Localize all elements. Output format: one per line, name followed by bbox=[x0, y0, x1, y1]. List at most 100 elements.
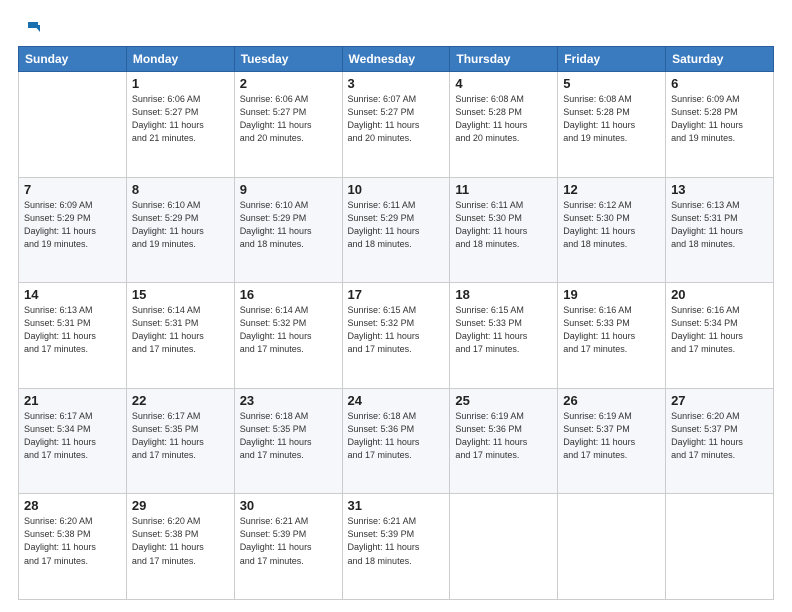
table-row: 1 Sunrise: 6:06 AM Sunset: 5:27 PM Daylig… bbox=[126, 72, 234, 178]
table-row: 12 Sunrise: 6:12 AM Sunset: 5:30 PM Dayli… bbox=[558, 177, 666, 283]
day-number: 24 bbox=[348, 393, 445, 408]
table-row: 21 Sunrise: 6:17 AM Sunset: 5:34 PM Dayli… bbox=[19, 388, 127, 494]
day-number: 3 bbox=[348, 76, 445, 91]
logo-icon bbox=[20, 18, 40, 38]
day-info: Sunrise: 6:06 AM Sunset: 5:27 PM Dayligh… bbox=[240, 93, 337, 145]
day-number: 15 bbox=[132, 287, 229, 302]
table-row: 26Sunrise: 6:19 AM Sunset: 5:37 PM Dayli… bbox=[558, 388, 666, 494]
day-number: 27 bbox=[671, 393, 768, 408]
table-row bbox=[19, 72, 127, 178]
day-number: 10 bbox=[348, 182, 445, 197]
table-row: 2 Sunrise: 6:06 AM Sunset: 5:27 PM Daylig… bbox=[234, 72, 342, 178]
day-number: 25 bbox=[455, 393, 552, 408]
day-number: 17 bbox=[348, 287, 445, 302]
day-number: 23 bbox=[240, 393, 337, 408]
table-row: 15 Sunrise: 6:14 AM Sunset: 5:31 PM Dayli… bbox=[126, 283, 234, 389]
day-number: 7 bbox=[24, 182, 121, 197]
day-number: 8 bbox=[132, 182, 229, 197]
page: SundayMondayTuesdayWednesdayThursdayFrid… bbox=[0, 0, 792, 612]
table-row: 19Sunrise: 6:16 AM Sunset: 5:33 PM Dayli… bbox=[558, 283, 666, 389]
table-row: 8 Sunrise: 6:10 AM Sunset: 5:29 PM Daylig… bbox=[126, 177, 234, 283]
day-info: Sunrise: 6:14 AM Sunset: 5:31 PM Dayligh… bbox=[132, 304, 229, 356]
day-info: Sunrise: 6:13 AM Sunset: 5:31 PM Dayligh… bbox=[24, 304, 121, 356]
day-number: 11 bbox=[455, 182, 552, 197]
day-number: 19 bbox=[563, 287, 660, 302]
table-row: 29 Sunrise: 6:20 AM Sunset: 5:38 PM Dayli… bbox=[126, 494, 234, 600]
logo bbox=[18, 18, 40, 38]
day-info: Sunrise: 6:17 AM Sunset: 5:34 PM Dayligh… bbox=[24, 410, 121, 462]
column-header-thursday: Thursday bbox=[450, 47, 558, 72]
day-info: Sunrise: 6:18 AM Sunset: 5:35 PM Dayligh… bbox=[240, 410, 337, 462]
day-info: Sunrise: 6:15 AM Sunset: 5:32 PM Dayligh… bbox=[348, 304, 445, 356]
day-number: 9 bbox=[240, 182, 337, 197]
day-number: 22 bbox=[132, 393, 229, 408]
day-number: 18 bbox=[455, 287, 552, 302]
day-number: 28 bbox=[24, 498, 121, 513]
day-number: 21 bbox=[24, 393, 121, 408]
day-info: Sunrise: 6:08 AM Sunset: 5:28 PM Dayligh… bbox=[563, 93, 660, 145]
table-row bbox=[666, 494, 774, 600]
day-info: Sunrise: 6:12 AM Sunset: 5:30 PM Dayligh… bbox=[563, 199, 660, 251]
table-row: 3 Sunrise: 6:07 AM Sunset: 5:27 PM Daylig… bbox=[342, 72, 450, 178]
calendar-table: SundayMondayTuesdayWednesdayThursdayFrid… bbox=[18, 46, 774, 600]
day-info: Sunrise: 6:09 AM Sunset: 5:28 PM Dayligh… bbox=[671, 93, 768, 145]
day-info: Sunrise: 6:20 AM Sunset: 5:38 PM Dayligh… bbox=[132, 515, 229, 567]
table-row: 13 Sunrise: 6:13 AM Sunset: 5:31 PM Dayli… bbox=[666, 177, 774, 283]
day-number: 29 bbox=[132, 498, 229, 513]
day-info: Sunrise: 6:07 AM Sunset: 5:27 PM Dayligh… bbox=[348, 93, 445, 145]
day-number: 31 bbox=[348, 498, 445, 513]
table-row: 20 Sunrise: 6:16 AM Sunset: 5:34 PM Dayli… bbox=[666, 283, 774, 389]
day-info: Sunrise: 6:14 AM Sunset: 5:32 PM Dayligh… bbox=[240, 304, 337, 356]
day-info: Sunrise: 6:18 AM Sunset: 5:36 PM Dayligh… bbox=[348, 410, 445, 462]
column-header-tuesday: Tuesday bbox=[234, 47, 342, 72]
day-number: 20 bbox=[671, 287, 768, 302]
day-info: Sunrise: 6:21 AM Sunset: 5:39 PM Dayligh… bbox=[240, 515, 337, 567]
table-row: 6 Sunrise: 6:09 AM Sunset: 5:28 PM Daylig… bbox=[666, 72, 774, 178]
table-row: 17 Sunrise: 6:15 AM Sunset: 5:32 PM Dayli… bbox=[342, 283, 450, 389]
table-row: 28Sunrise: 6:20 AM Sunset: 5:38 PM Dayli… bbox=[19, 494, 127, 600]
day-number: 5 bbox=[563, 76, 660, 91]
day-info: Sunrise: 6:15 AM Sunset: 5:33 PM Dayligh… bbox=[455, 304, 552, 356]
day-number: 13 bbox=[671, 182, 768, 197]
day-number: 26 bbox=[563, 393, 660, 408]
table-row: 4Sunrise: 6:08 AM Sunset: 5:28 PM Daylig… bbox=[450, 72, 558, 178]
column-header-wednesday: Wednesday bbox=[342, 47, 450, 72]
day-info: Sunrise: 6:13 AM Sunset: 5:31 PM Dayligh… bbox=[671, 199, 768, 251]
day-info: Sunrise: 6:17 AM Sunset: 5:35 PM Dayligh… bbox=[132, 410, 229, 462]
table-row: 23 Sunrise: 6:18 AM Sunset: 5:35 PM Dayli… bbox=[234, 388, 342, 494]
day-info: Sunrise: 6:16 AM Sunset: 5:34 PM Dayligh… bbox=[671, 304, 768, 356]
table-row: 10 Sunrise: 6:11 AM Sunset: 5:29 PM Dayli… bbox=[342, 177, 450, 283]
day-info: Sunrise: 6:06 AM Sunset: 5:27 PM Dayligh… bbox=[132, 93, 229, 145]
table-row: 24 Sunrise: 6:18 AM Sunset: 5:36 PM Dayli… bbox=[342, 388, 450, 494]
day-number: 6 bbox=[671, 76, 768, 91]
day-info: Sunrise: 6:19 AM Sunset: 5:36 PM Dayligh… bbox=[455, 410, 552, 462]
table-row: 27 Sunrise: 6:20 AM Sunset: 5:37 PM Dayli… bbox=[666, 388, 774, 494]
table-row: 30Sunrise: 6:21 AM Sunset: 5:39 PM Dayli… bbox=[234, 494, 342, 600]
day-info: Sunrise: 6:09 AM Sunset: 5:29 PM Dayligh… bbox=[24, 199, 121, 251]
table-row: 18 Sunrise: 6:15 AM Sunset: 5:33 PM Dayli… bbox=[450, 283, 558, 389]
column-header-saturday: Saturday bbox=[666, 47, 774, 72]
table-row: 31Sunrise: 6:21 AM Sunset: 5:39 PM Dayli… bbox=[342, 494, 450, 600]
table-row bbox=[450, 494, 558, 600]
table-row bbox=[558, 494, 666, 600]
column-header-monday: Monday bbox=[126, 47, 234, 72]
day-number: 4 bbox=[455, 76, 552, 91]
day-info: Sunrise: 6:20 AM Sunset: 5:37 PM Dayligh… bbox=[671, 410, 768, 462]
header bbox=[18, 18, 774, 38]
table-row: 11 Sunrise: 6:11 AM Sunset: 5:30 PM Dayli… bbox=[450, 177, 558, 283]
table-row: 14 Sunrise: 6:13 AM Sunset: 5:31 PM Dayli… bbox=[19, 283, 127, 389]
table-row: 9 Sunrise: 6:10 AM Sunset: 5:29 PM Daylig… bbox=[234, 177, 342, 283]
table-row: 22 Sunrise: 6:17 AM Sunset: 5:35 PM Dayli… bbox=[126, 388, 234, 494]
day-info: Sunrise: 6:11 AM Sunset: 5:30 PM Dayligh… bbox=[455, 199, 552, 251]
day-number: 12 bbox=[563, 182, 660, 197]
day-info: Sunrise: 6:10 AM Sunset: 5:29 PM Dayligh… bbox=[132, 199, 229, 251]
day-info: Sunrise: 6:10 AM Sunset: 5:29 PM Dayligh… bbox=[240, 199, 337, 251]
day-number: 2 bbox=[240, 76, 337, 91]
column-header-friday: Friday bbox=[558, 47, 666, 72]
day-number: 14 bbox=[24, 287, 121, 302]
column-header-sunday: Sunday bbox=[19, 47, 127, 72]
day-number: 1 bbox=[132, 76, 229, 91]
day-info: Sunrise: 6:11 AM Sunset: 5:29 PM Dayligh… bbox=[348, 199, 445, 251]
day-number: 16 bbox=[240, 287, 337, 302]
table-row: 16 Sunrise: 6:14 AM Sunset: 5:32 PM Dayli… bbox=[234, 283, 342, 389]
